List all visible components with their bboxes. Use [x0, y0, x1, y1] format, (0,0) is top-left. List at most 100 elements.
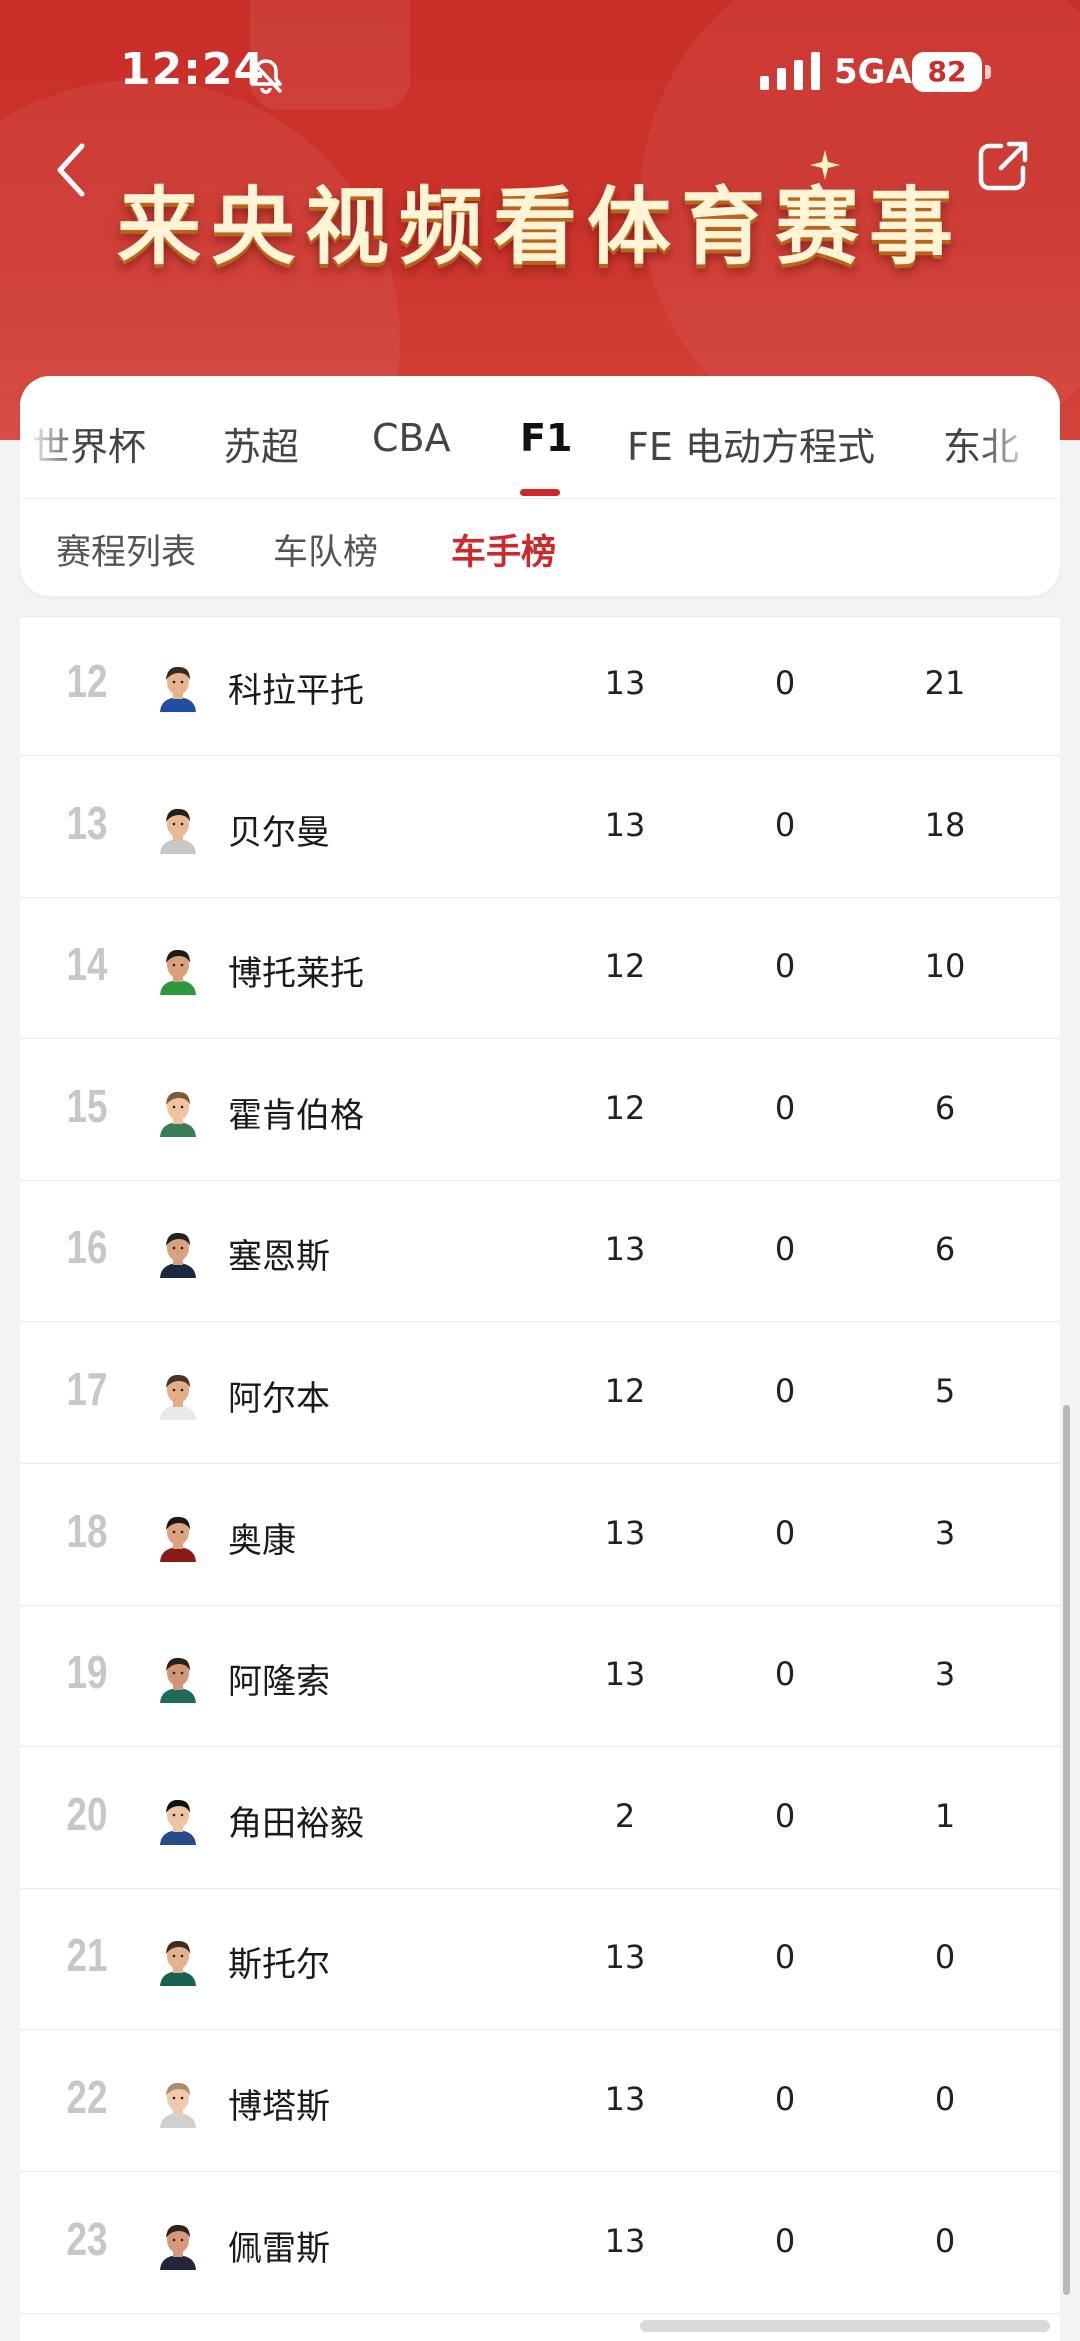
driver-races: 12 [604, 1372, 646, 1410]
battery-tip [985, 65, 991, 79]
home-indicator [640, 2320, 1050, 2332]
driver-races: 13 [604, 805, 646, 844]
driver-wins: 0 [774, 947, 796, 986]
tab-su-chao[interactable]: 苏超 [223, 416, 299, 471]
driver-races: 12 [604, 947, 646, 986]
driver-points: 3 [934, 1513, 956, 1552]
avatar [160, 950, 196, 996]
driver-points: 0 [934, 2221, 956, 2260]
driver-points: 10 [924, 947, 966, 986]
tab-formula-e[interactable]: FE 电动方程式 [627, 416, 875, 471]
driver-races: 13 [604, 2080, 646, 2118]
status-time: 12:24 [120, 44, 266, 95]
active-tab-indicator [520, 489, 560, 496]
subtab-team-standings[interactable]: 车队榜 [273, 524, 378, 575]
driver-rank: 21 [66, 1929, 108, 1982]
driver-races: 13 [604, 1513, 646, 1552]
banner-title: 来央视频看体育赛事 [116, 177, 963, 276]
avatar [160, 1941, 196, 1987]
driver-rank: 13 [66, 796, 108, 849]
driver-points: 5 [934, 1372, 956, 1410]
scrollbar[interactable] [1063, 1405, 1070, 2295]
driver-rank: 17 [66, 1363, 108, 1415]
network-type: 5GA [834, 52, 912, 92]
driver-races: 13 [604, 2221, 646, 2260]
table-row[interactable]: 22 博塔斯 13 0 0 [20, 2030, 1060, 2172]
driver-races: 12 [604, 1088, 646, 1127]
header-banner: 12:24 5GA 82 来央视频看体育赛事 [0, 0, 1080, 440]
driver-races: 13 [604, 664, 646, 702]
driver-wins: 0 [774, 1938, 796, 1977]
driver-races: 2 [614, 1796, 636, 1835]
driver-races: 13 [604, 1655, 646, 1694]
subtab-driver-standings[interactable]: 车手榜 [451, 524, 556, 575]
avatar [160, 1091, 196, 1137]
battery-icon: 82 [912, 52, 992, 92]
tab-f1[interactable]: F1 [520, 416, 572, 460]
driver-races: 13 [604, 1230, 646, 1269]
avatar [160, 1374, 196, 1420]
driver-rank: 20 [66, 1787, 108, 1840]
driver-standings-list[interactable]: 12 科拉平托 13 0 21 13 贝尔曼 13 0 18 14 博托莱托 12 0 10 15 霍肯伯格 12… [20, 616, 1060, 2341]
table-row[interactable]: 13 贝尔曼 13 0 18 [20, 756, 1060, 898]
table-row[interactable]: 17 阿尔本 12 0 5 [20, 1322, 1060, 1464]
table-row[interactable]: 16 塞恩斯 13 0 6 [20, 1180, 1060, 1323]
driver-rank: 16 [66, 1221, 108, 1274]
main-tabs: 世界杯 苏超 CBA F1 FE 电动方程式 东北 [20, 376, 1060, 499]
driver-name: 阿尔本 [228, 1379, 330, 1419]
driver-name: 佩雷斯 [228, 2228, 330, 2269]
driver-points: 18 [924, 805, 966, 844]
avatar [160, 1233, 196, 1279]
table-row[interactable]: 15 霍肯伯格 12 0 6 [20, 1039, 1060, 1181]
driver-name: 奥康 [228, 1520, 296, 1561]
sub-tabs: 赛程列表 车队榜 车手榜 [20, 498, 1060, 596]
driver-points: 6 [934, 1230, 956, 1269]
table-row[interactable]: 12 科拉平托 13 0 21 [20, 616, 1060, 756]
driver-wins: 0 [774, 1088, 796, 1127]
avatar [160, 1658, 196, 1704]
driver-wins: 0 [774, 805, 796, 844]
driver-rank: 15 [66, 1079, 108, 1132]
table-row[interactable]: 21 斯托尔 13 0 0 [20, 1888, 1060, 2031]
driver-rank: 22 [66, 2071, 108, 2123]
avatar [160, 1516, 196, 1562]
tab-cba[interactable]: CBA [372, 416, 451, 460]
driver-name: 角田裕毅 [228, 1803, 364, 1844]
table-row[interactable]: 20 角田裕毅 2 0 1 [20, 1747, 1060, 1889]
driver-rank: 19 [66, 1646, 108, 1699]
tab-fade-left [20, 376, 80, 498]
table-row[interactable]: 19 阿隆索 13 0 3 [20, 1605, 1060, 1748]
driver-wins: 0 [774, 1372, 796, 1410]
driver-rank: 12 [66, 655, 108, 707]
driver-rank: 23 [66, 2212, 108, 2265]
avatar [160, 2082, 196, 2128]
status-bar: 12:24 5GA 82 [0, 0, 1080, 130]
driver-points: 1 [934, 1796, 956, 1835]
table-row[interactable]: 18 奥康 13 0 3 [20, 1464, 1060, 1606]
driver-name: 阿隆索 [228, 1662, 330, 1703]
signal-icon [760, 52, 820, 90]
driver-wins: 0 [774, 1230, 796, 1269]
driver-wins: 0 [774, 2080, 796, 2118]
driver-points: 21 [924, 664, 966, 702]
tab-card: 世界杯 苏超 CBA F1 FE 电动方程式 东北 赛程列表 车队榜 车手榜 [20, 376, 1060, 596]
driver-points: 0 [934, 1938, 956, 1977]
battery-level: 82 [912, 52, 982, 92]
table-row[interactable]: 23 佩雷斯 13 0 0 [20, 2172, 1060, 2314]
driver-points: 0 [934, 2080, 956, 2118]
driver-wins: 0 [774, 1796, 796, 1835]
driver-wins: 0 [774, 664, 796, 702]
driver-rank: 14 [66, 938, 108, 991]
driver-points: 3 [934, 1655, 956, 1694]
tab-fade-right [980, 376, 1060, 498]
table-row[interactable]: 14 博托莱托 12 0 10 [20, 897, 1060, 1040]
subtab-schedule[interactable]: 赛程列表 [56, 524, 196, 575]
driver-name: 科拉平托 [228, 671, 364, 711]
driver-name: 霍肯伯格 [228, 1095, 364, 1136]
driver-wins: 0 [774, 1655, 796, 1694]
avatar [160, 2224, 196, 2270]
driver-races: 13 [604, 1938, 646, 1977]
avatar [160, 808, 196, 854]
driver-name: 博塔斯 [228, 2087, 330, 2127]
avatar [160, 666, 196, 712]
